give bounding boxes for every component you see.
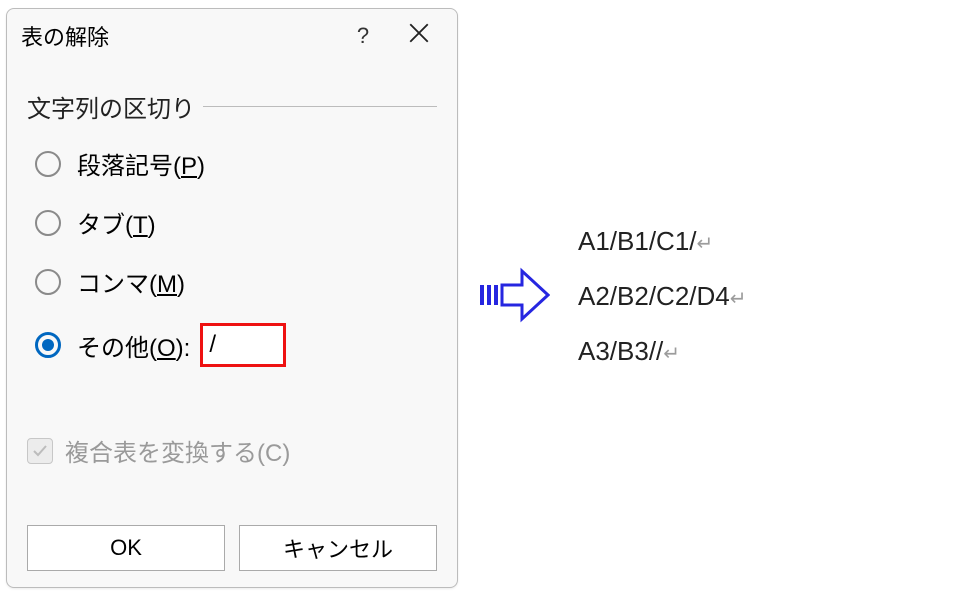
radio-other-label: その他(O): — [77, 328, 190, 363]
button-row: OK キャンセル — [7, 525, 457, 571]
radio-icon-selected — [35, 332, 61, 358]
ok-button[interactable]: OK — [27, 525, 225, 571]
help-button[interactable]: ? — [335, 23, 391, 49]
checkbox-icon — [27, 438, 53, 464]
pilcrow-icon: ↵ — [697, 233, 714, 255]
separator-group: 文字列の区切り 段落記号(P) タブ(T) コンマ(M) その他(O): / — [7, 63, 457, 379]
result-text: A1/B1/C1/↵ A2/B2/C2/D4↵ A3/B3//↵ — [578, 215, 747, 380]
radio-icon — [35, 151, 61, 177]
close-icon — [409, 23, 429, 43]
radio-icon — [35, 210, 61, 236]
titlebar: 表の解除 ? — [7, 9, 457, 63]
nested-table-checkbox: 複合表を変換する(C) — [7, 433, 457, 468]
result-line: A1/B1/C1/↵ — [578, 215, 747, 270]
arrow-right-icon — [480, 265, 550, 330]
cancel-button[interactable]: キャンセル — [239, 525, 437, 571]
group-divider — [203, 106, 437, 107]
radio-tab-label: タブ(T) — [77, 205, 156, 240]
radio-paragraph-label: 段落記号(P) — [77, 146, 205, 181]
result-line: A2/B2/C2/D4↵ — [578, 270, 747, 325]
radio-tab[interactable]: タブ(T) — [35, 205, 429, 240]
radio-comma-label: コンマ(M) — [77, 264, 185, 299]
pilcrow-icon: ↵ — [730, 288, 747, 310]
close-button[interactable] — [391, 23, 447, 49]
result-line: A3/B3//↵ — [578, 325, 747, 380]
radio-other[interactable]: その他(O): / — [35, 323, 429, 367]
pilcrow-icon: ↵ — [663, 343, 680, 365]
checkbox-label: 複合表を変換する(C) — [65, 433, 290, 468]
radio-comma[interactable]: コンマ(M) — [35, 264, 429, 299]
other-separator-input[interactable]: / — [200, 323, 286, 367]
group-label: 文字列の区切り — [27, 89, 437, 124]
convert-table-dialog: 表の解除 ? 文字列の区切り 段落記号(P) タブ(T) コンマ(M) その他(… — [6, 8, 458, 588]
radio-paragraph[interactable]: 段落記号(P) — [35, 146, 429, 181]
dialog-title: 表の解除 — [21, 20, 335, 52]
group-label-text: 文字列の区切り — [27, 89, 195, 124]
radio-icon — [35, 269, 61, 295]
